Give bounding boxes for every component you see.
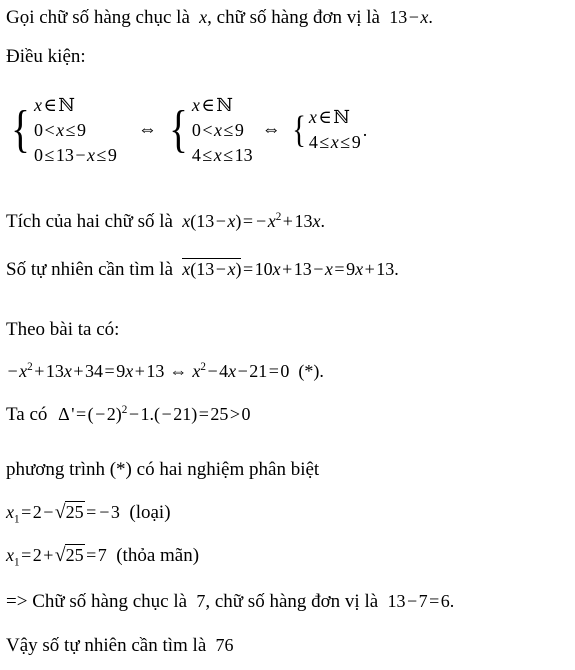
two-distinct-roots-line: phương trình (*) có hai nghiệm phân biệt (6, 459, 320, 480)
system-3-rows: x∈ℕ 4≤x≤9 (309, 105, 361, 155)
system-1-row-1: x∈ℕ (33, 94, 75, 116)
statement-line-1: Gọi chữ số hàng chục là x, chữ số hàng đ… (6, 8, 433, 27)
final-answer-line: Vậy số tự nhiên cần tìm là 76 (6, 636, 234, 655)
equation-star-label: (*) (298, 361, 320, 381)
main-equation-line: −x2+13x+34=9x+13 ⇔ x2−4x−21=0 (*). (7, 361, 324, 381)
line1-const-13: 13 (389, 7, 408, 27)
delta-symbol: Δ (58, 404, 70, 424)
digits-conclusion-line: => Chữ số hàng chục là 7, chữ số hàng đơ… (6, 591, 455, 612)
system-1-row-3: 0≤13−x≤9 (33, 144, 117, 165)
system-2-row-2: 0<x≤9 (191, 119, 244, 140)
condition-systems-row: { x∈ℕ 0<x≤9 0≤13−x≤9 ⇔ { x∈ℕ 0<x≤9 4≤x≤1… (8, 90, 367, 170)
units-digit-value: 6 (440, 591, 450, 611)
line1-text-a: Gọi chữ số hàng chục là (6, 7, 190, 28)
system-2-rows: x∈ℕ 0<x≤9 4≤x≤13 (192, 93, 253, 168)
root-2-note: (thỏa mãn) (116, 545, 200, 566)
number-expression-text: Số tự nhiên cần tìm là (6, 259, 174, 280)
tens-digit-value: 7 (196, 591, 206, 611)
digits-text-a: Chữ số hàng chục là (32, 591, 188, 612)
system-3-left-brace: { (291, 108, 306, 151)
system-3: { x∈ℕ 4≤x≤9 . (290, 105, 368, 155)
two-digit-number-overline: x(13−x) (182, 258, 242, 279)
line1-variable-x: x (199, 7, 208, 27)
square-root-25-a: √25 (54, 501, 85, 523)
document-page: Gọi chữ số hàng chục là x, chữ số hàng đ… (0, 0, 575, 670)
implies-arrow: => (6, 591, 28, 612)
system-1-row-2: 0<x≤9 (33, 119, 87, 140)
line1-text-b: , chữ số hàng đơn vị là (207, 7, 380, 28)
system-3-trailing-period: . (362, 119, 368, 140)
root-1-note: (loại) (129, 502, 171, 523)
final-answer-value: 76 (215, 635, 234, 655)
system-3-row-2: 4≤x≤9 (308, 132, 361, 152)
system-2: { x∈ℕ 0<x≤9 4≤x≤13 (166, 93, 253, 168)
number-expression-line: Số tự nhiên cần tìm là x(13−x)=10x+13−x=… (6, 258, 399, 280)
discriminant-text: Ta có (6, 404, 48, 425)
system-1-rows: x∈ℕ 0<x≤9 0≤13−x≤9 (34, 93, 117, 168)
system-2-row-1: x∈ℕ (191, 94, 233, 116)
system-3-row-1: x∈ℕ (308, 107, 350, 128)
condition-heading: Điều kiện: (6, 46, 86, 67)
product-line-text: Tích của hai chữ số là (6, 211, 173, 232)
system-1-left-brace: { (11, 100, 30, 158)
system-2-row-3: 4≤x≤13 (191, 144, 253, 165)
digits-text-b: , chữ số hàng đơn vị là (205, 591, 379, 612)
equivalence-symbol-1: ⇔ (137, 119, 157, 140)
product-line: Tích của hai chữ số là x(13−x)= −x2+13x. (6, 211, 325, 232)
line1-period: . (428, 7, 433, 27)
root-2-line: x1=2+√25 =7 (thỏa mãn) (6, 544, 200, 569)
discriminant-line: Ta có Δ'=(−2)2−1.(−21)=25>0 (6, 404, 251, 425)
final-answer-text: Vậy số tự nhiên cần tìm là (6, 635, 207, 656)
root-1-line: x1=2−√25 = −3 (loại) (6, 501, 171, 526)
line1-minus-op: − (408, 7, 419, 27)
equivalence-symbol-2: ⇔ (261, 119, 281, 140)
according-to-problem-heading: Theo bài ta có: (6, 319, 120, 340)
square-root-25-b: √25 (54, 544, 85, 566)
system-2-left-brace: { (169, 100, 188, 158)
system-1: { x∈ℕ 0<x≤9 0≤13−x≤9 (8, 93, 117, 168)
